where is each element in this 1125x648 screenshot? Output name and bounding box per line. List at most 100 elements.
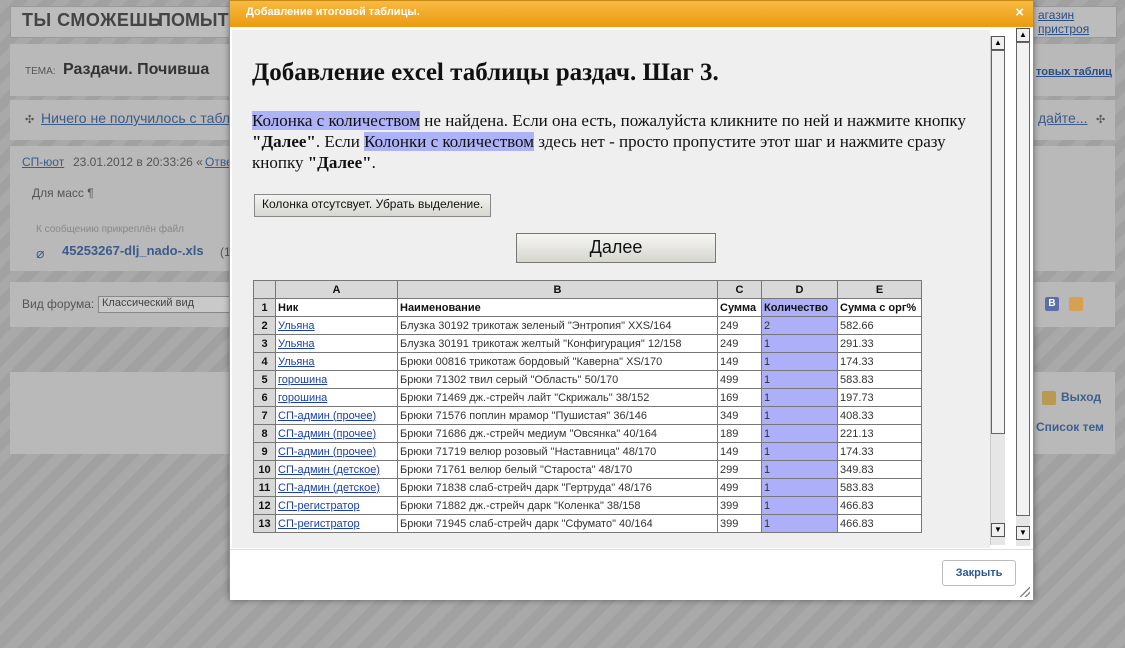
cell-nick[interactable]: Ульяна [275, 352, 398, 371]
cell-name[interactable]: Брюки 71882 дж.-стрейч дарк "Коленка" 38… [397, 496, 718, 515]
cell-sum-org[interactable]: 174.33 [837, 442, 922, 461]
inner-scroll-thumb[interactable] [991, 50, 1005, 434]
cell-sum[interactable]: 299 [717, 460, 762, 479]
row-number: 8 [253, 424, 276, 443]
cell-sum[interactable]: 189 [717, 424, 762, 443]
cell-sum[interactable]: 149 [717, 442, 762, 461]
cell-quantity[interactable]: 1 [761, 334, 838, 353]
cell-nick[interactable]: СП-админ (детское) [275, 460, 398, 479]
cell-name[interactable]: Блузка 30191 трикотаж желтый "Конфигурац… [397, 334, 718, 353]
close-icon[interactable]: × [1015, 4, 1024, 21]
cell-quantity[interactable]: 1 [761, 514, 838, 533]
cell-nick[interactable]: горошина [275, 370, 398, 389]
cell-sum-org[interactable]: 582.66 [837, 316, 922, 335]
header-sum[interactable]: Сумма [717, 298, 762, 317]
cell-nick[interactable]: СП-регистратор [275, 514, 398, 533]
outer-scroll-thumb[interactable] [1016, 42, 1030, 516]
topics-list-link[interactable]: Список тем [1036, 420, 1104, 434]
cell-sum[interactable]: 249 [717, 316, 762, 335]
cell-sum-org[interactable]: 466.83 [837, 514, 922, 533]
column-letter-e[interactable]: E [837, 280, 922, 299]
cell-nick[interactable]: СП-админ (прочее) [275, 442, 398, 461]
instruction-next-2: "Далее" [307, 153, 372, 172]
cell-nick[interactable]: СП-админ (прочее) [275, 406, 398, 425]
header-sum-org[interactable]: Сумма с орг% [837, 298, 922, 317]
cell-nick[interactable]: Ульяна [275, 334, 398, 353]
cell-quantity[interactable]: 1 [761, 478, 838, 497]
cell-quantity[interactable]: 1 [761, 352, 838, 371]
cell-name[interactable]: Брюки 71469 дж.-стрейч лайт "Скрижаль" 3… [397, 388, 718, 407]
tables-link[interactable]: товых таблиц [1036, 66, 1112, 78]
cell-quantity[interactable]: 1 [761, 496, 838, 515]
cell-sum[interactable]: 169 [717, 388, 762, 407]
cell-sum[interactable]: 399 [717, 496, 762, 515]
cell-name[interactable]: Брюки 71838 слаб-стрейч дарк "Гертруда" … [397, 478, 718, 497]
next-button[interactable]: Далее [516, 233, 716, 263]
column-letter-b[interactable]: B [397, 280, 718, 299]
cell-sum-org[interactable]: 466.83 [837, 496, 922, 515]
dialog-title-bar[interactable]: Добавление итоговой таблицы. × [230, 1, 1033, 27]
forum-view-select[interactable]: Классический вид [98, 296, 238, 313]
cell-sum-org[interactable]: 349.83 [837, 460, 922, 479]
vk-icon[interactable]: В [1045, 297, 1059, 311]
nav-link-problem[interactable]: Ничего не получилось с табл [41, 110, 230, 126]
cell-name[interactable]: Брюки 71576 поплин мрамор "Пушистая" 36/… [397, 406, 718, 425]
cell-sum[interactable]: 399 [717, 514, 762, 533]
resize-grip-icon[interactable] [1020, 587, 1030, 597]
cell-sum-org[interactable]: 221.13 [837, 424, 922, 443]
cell-sum-org[interactable]: 291.33 [837, 334, 922, 353]
cell-name[interactable]: Брюки 00816 трикотаж бордовый "Каверна" … [397, 352, 718, 371]
close-button[interactable]: Закрыть [942, 560, 1016, 586]
inner-scrollbar[interactable]: ▲ ▼ [990, 36, 1005, 545]
column-letter-d[interactable]: D [761, 280, 838, 299]
exit-link[interactable]: Выход [1061, 390, 1101, 404]
cell-nick[interactable]: СП-регистратор [275, 496, 398, 515]
header-quantity[interactable]: Количество [761, 298, 838, 317]
cell-sum-org[interactable]: 174.33 [837, 352, 922, 371]
cell-sum-org[interactable]: 197.73 [837, 388, 922, 407]
scroll-down-icon[interactable]: ▼ [991, 523, 1005, 537]
paperclip-icon: ⌀ [36, 245, 45, 261]
cell-name[interactable]: Брюки 71302 твил серый "Область" 50/170 [397, 370, 718, 389]
cell-quantity[interactable]: 1 [761, 424, 838, 443]
cell-name[interactable]: Брюки 71945 слаб-стрейч дарк "Сфумато" 4… [397, 514, 718, 533]
column-letter-a[interactable]: A [275, 280, 398, 299]
attachment-file-link[interactable]: 45253267-dlj_nado-.xls [62, 243, 204, 258]
cell-nick[interactable]: горошина [275, 388, 398, 407]
cell-nick[interactable]: Ульяна [275, 316, 398, 335]
table-row: 9 СП-админ (прочее) Брюки 71719 велюр розо… [253, 442, 922, 461]
post-author[interactable]: СП-юот [22, 155, 64, 169]
cell-sum[interactable]: 349 [717, 406, 762, 425]
cell-sum[interactable]: 249 [717, 334, 762, 353]
rss-icon[interactable] [1069, 297, 1083, 311]
outer-scroll-down-icon[interactable]: ▼ [1016, 526, 1030, 540]
header-name[interactable]: Наименование [397, 298, 718, 317]
cell-sum[interactable]: 499 [717, 370, 762, 389]
cell-quantity[interactable]: 1 [761, 370, 838, 389]
cell-name[interactable]: Блузка 30192 трикотаж зеленый "Энтропия"… [397, 316, 718, 335]
outer-scroll-up-icon[interactable]: ▲ [1016, 28, 1030, 42]
cell-sum-org[interactable]: 408.33 [837, 406, 922, 425]
header-nick[interactable]: Ник [275, 298, 398, 317]
cell-name[interactable]: Брюки 71719 велюр розовый "Наставница" 4… [397, 442, 718, 461]
cell-quantity[interactable]: 1 [761, 406, 838, 425]
shop-link[interactable]: агазин пристроя [1038, 8, 1125, 36]
nav-link-more[interactable]: дайте... [1038, 110, 1088, 126]
cell-sum[interactable]: 149 [717, 352, 762, 371]
cell-sum-org[interactable]: 583.83 [837, 478, 922, 497]
cell-name[interactable]: Брюки 71686 дж.-стрейч медиум "Овсянка" … [397, 424, 718, 443]
cell-quantity[interactable]: 1 [761, 388, 838, 407]
remove-selection-button[interactable]: Колонка отсутсвует. Убрать выделение. [254, 194, 492, 217]
cell-quantity[interactable]: 1 [761, 442, 838, 461]
cell-sum-org[interactable]: 583.83 [837, 370, 922, 389]
cell-quantity[interactable]: 1 [761, 460, 838, 479]
table-row: 2 Ульяна Блузка 30192 трикотаж зеленый "Эн… [253, 316, 922, 335]
column-letter-c[interactable]: C [717, 280, 762, 299]
cell-nick[interactable]: СП-админ (детское) [275, 478, 398, 497]
cell-sum[interactable]: 499 [717, 478, 762, 497]
outer-scrollbar[interactable]: ▲ ▼ [1016, 28, 1030, 546]
cell-name[interactable]: Брюки 71761 велюр белый "Староста" 48/17… [397, 460, 718, 479]
cell-quantity[interactable]: 2 [761, 316, 838, 335]
scroll-up-icon[interactable]: ▲ [991, 36, 1005, 50]
cell-nick[interactable]: СП-админ (прочее) [275, 424, 398, 443]
